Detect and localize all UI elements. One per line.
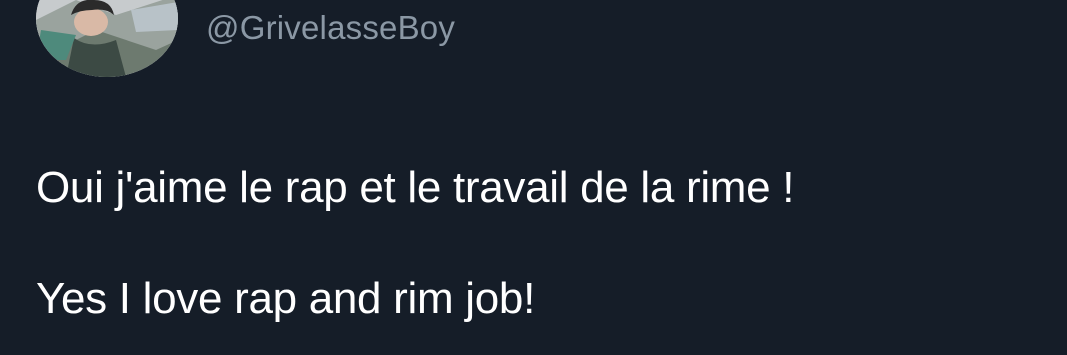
- avatar-photo: [36, 0, 178, 77]
- user-handle[interactable]: @GrivelasseBoy: [206, 8, 455, 48]
- tweet-text-line-2: Yes I love rap and rim job!: [36, 274, 535, 323]
- tweet-text-line-1: Oui j'aime le rap et le travail de la ri…: [36, 163, 795, 212]
- avatar[interactable]: [36, 0, 178, 77]
- tweet-card: @GrivelasseBoy Oui j'aime le rap et le t…: [0, 0, 1067, 355]
